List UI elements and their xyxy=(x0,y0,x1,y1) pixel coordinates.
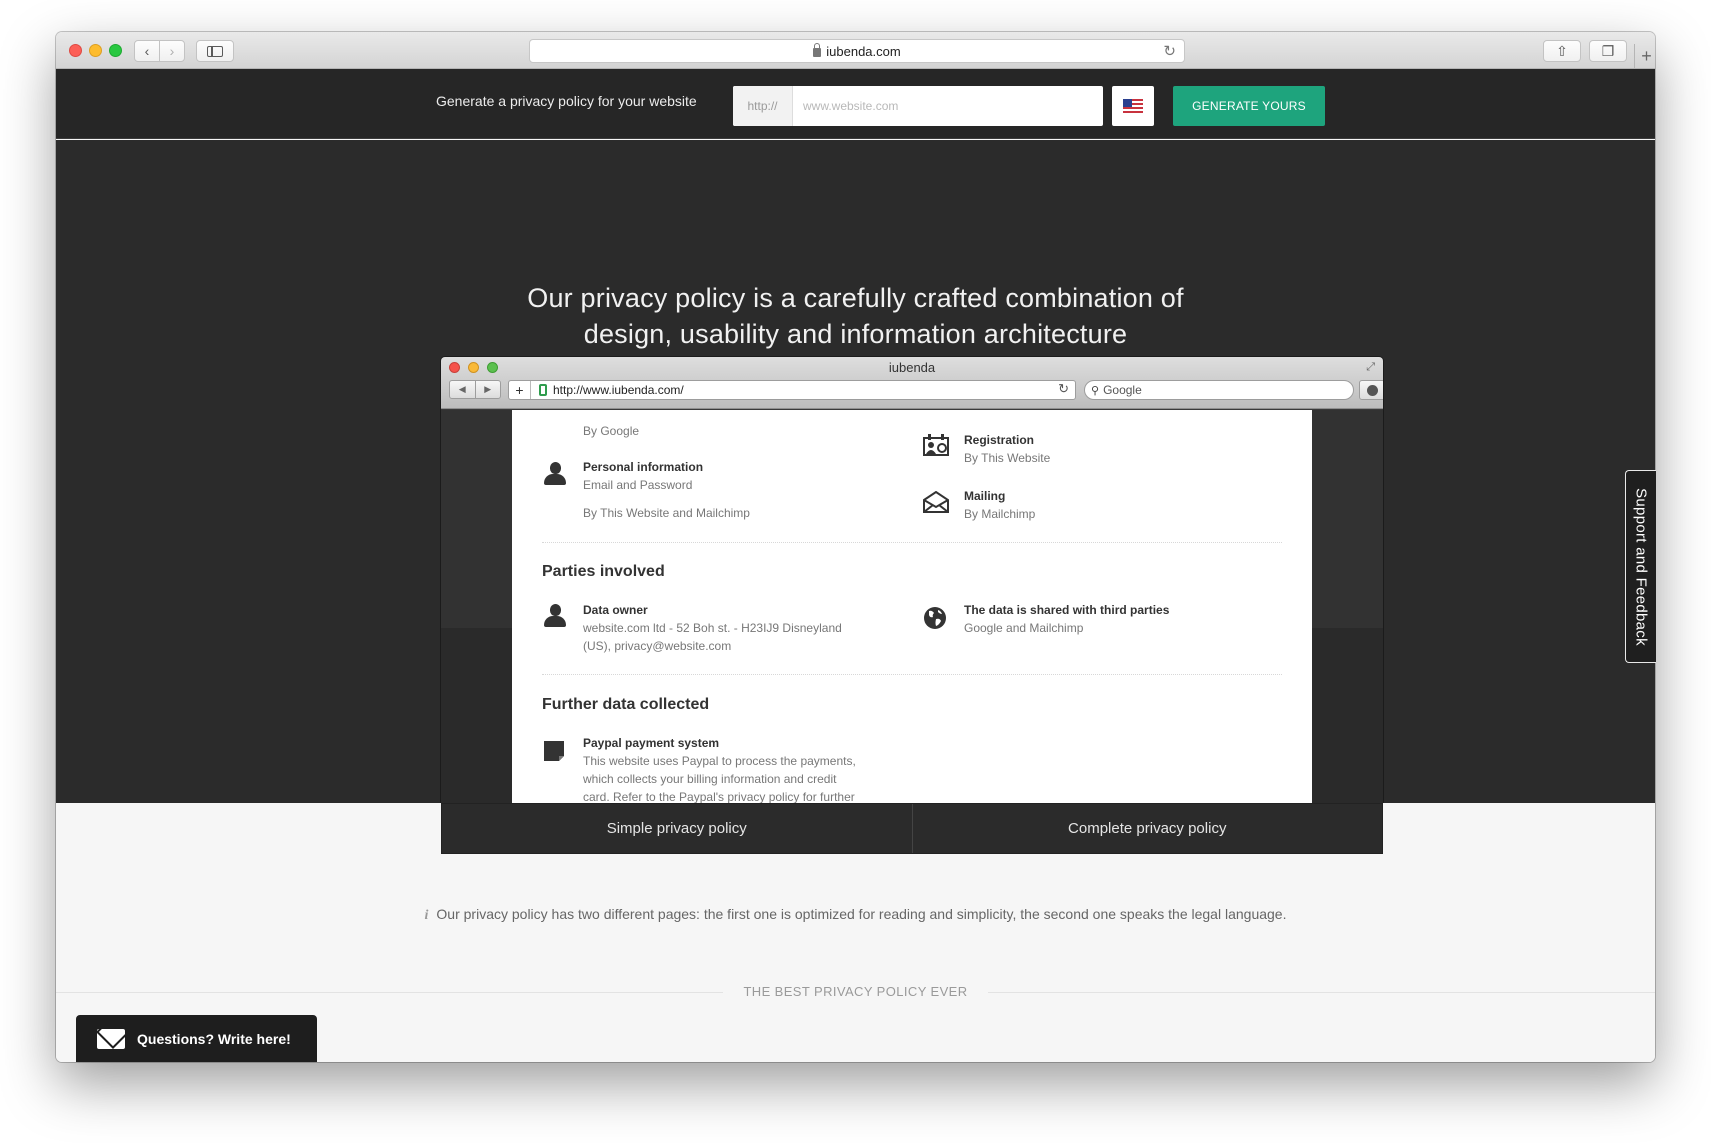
personal-info-title: Personal information xyxy=(583,460,704,474)
registration: Registration By This Website xyxy=(964,432,1050,467)
address-bar-url: iubenda.com xyxy=(826,43,901,59)
mockup-nav-buttons: ◀ ▶ xyxy=(449,380,501,399)
new-tab-button[interactable]: + xyxy=(1634,44,1655,68)
tab-simple-policy[interactable]: Simple privacy policy xyxy=(442,804,912,853)
chevron-left-icon: ‹ xyxy=(144,43,150,59)
search-icon: ⚲ xyxy=(1091,384,1100,397)
mockup-search-placeholder: Google xyxy=(1103,383,1142,397)
questions-label: Questions? Write here! xyxy=(137,1030,291,1047)
generate-button[interactable]: GENERATE YOURS xyxy=(1173,86,1325,126)
page: Generate a privacy policy for your websi… xyxy=(56,69,1655,1062)
policy-type-tabs: Simple privacy policy Complete privacy p… xyxy=(441,803,1383,854)
parties-involved-heading: Parties involved xyxy=(542,563,665,580)
policy-note-text: Our privacy policy has two different pag… xyxy=(436,906,1287,922)
support-feedback-tab[interactable]: Support and Feedback xyxy=(1625,470,1656,663)
support-feedback-label: Support and Feedback xyxy=(1632,487,1650,646)
service-google: By Google xyxy=(583,422,639,440)
share-icon: ⇧ xyxy=(1556,42,1568,59)
minimize-window-button[interactable] xyxy=(89,44,102,57)
mockup-toolbar: iubenda ⤢ ◀ ▶ + http://www.iubenda.com/ … xyxy=(441,357,1383,409)
best-policy-label: THE BEST PRIVACY POLICY EVER xyxy=(56,983,1655,1001)
envelope-icon xyxy=(923,490,949,517)
hero-title-line-1: Our privacy policy is a carefully crafte… xyxy=(527,283,1184,313)
mockup-download-button xyxy=(1359,380,1383,400)
hero-title: Our privacy policy is a carefully crafte… xyxy=(56,280,1655,352)
data-owner-line-2: (US), privacy@website.com xyxy=(583,639,732,653)
mockup-site-icon xyxy=(539,384,547,396)
service-google-text: By Google xyxy=(583,424,640,438)
data-owner-title: Data owner xyxy=(583,603,648,617)
person-icon xyxy=(542,603,568,629)
mockup-plus-icon: + xyxy=(509,381,531,399)
website-url-field[interactable]: http:// xyxy=(733,86,1103,126)
registration-icon xyxy=(923,433,949,459)
paypal-line-2: which collects your billing information … xyxy=(583,772,837,786)
person-icon xyxy=(542,461,568,487)
paypal-line-1: This website uses Paypal to process the … xyxy=(583,754,856,768)
mockup-search-field: ⚲ Google xyxy=(1084,380,1354,400)
lock-icon xyxy=(813,42,822,57)
us-flag-icon xyxy=(1123,99,1143,113)
data-owner-line-1: website.com ltd - 52 Boh st. - H23IJ9 Di… xyxy=(583,621,842,635)
mailing: Mailing By Mailchimp xyxy=(964,488,1035,523)
browser-toolbar: ‹ › iubenda.com ↻ ⇧ ❐ + xyxy=(56,32,1655,69)
reload-icon[interactable]: ↻ xyxy=(1163,42,1176,60)
divider xyxy=(542,674,1282,675)
further-data-heading: Further data collected xyxy=(542,696,710,713)
third-parties: The data is shared with third parties Go… xyxy=(964,602,1169,637)
envelope-icon xyxy=(97,1028,125,1049)
plus-icon: + xyxy=(1641,45,1652,66)
paypal-payment: Paypal payment system This website uses … xyxy=(583,735,913,803)
sidebar-icon xyxy=(207,45,223,57)
personal-info-line-2: By This Website and Mailchimp xyxy=(583,506,750,520)
mockup-address-bar: + http://www.iubenda.com/ ↻ xyxy=(508,380,1076,400)
tabs-icon: ❐ xyxy=(1601,42,1615,59)
questions-chat-button[interactable]: Questions? Write here! xyxy=(76,1015,317,1062)
tab-complete-policy[interactable]: Complete privacy policy xyxy=(911,804,1383,853)
back-button[interactable]: ‹ xyxy=(134,40,160,62)
show-tabs-button[interactable]: ❐ xyxy=(1589,40,1627,62)
website-url-input[interactable] xyxy=(793,86,1103,126)
forward-button[interactable]: › xyxy=(159,40,185,62)
generator-bar: Generate a privacy policy for your websi… xyxy=(56,69,1655,139)
close-window-button[interactable] xyxy=(69,44,82,57)
mockup-url: http://www.iubenda.com/ xyxy=(553,383,684,397)
third-parties-sub: Google and Mailchimp xyxy=(964,621,1084,635)
resize-icon: ⤢ xyxy=(1366,361,1375,373)
paypal-title: Paypal payment system xyxy=(583,736,720,750)
info-icon: i xyxy=(424,908,429,923)
chevron-right-icon: › xyxy=(169,43,175,59)
mockup-reload-icon: ↻ xyxy=(1058,381,1069,396)
paypal-icon xyxy=(543,740,569,766)
browser-window: ‹ › iubenda.com ↻ ⇧ ❐ + Generate a priva… xyxy=(56,32,1655,1062)
mockup-window-title: iubenda xyxy=(888,360,936,375)
mailing-sub: By Mailchimp xyxy=(964,507,1036,521)
paypal-line-3: card. Refer to the Paypal's privacy poli… xyxy=(583,790,855,803)
divider xyxy=(542,542,1282,543)
policy-note: i Our privacy policy has two different pa… xyxy=(56,906,1655,924)
registration-sub: By This Website xyxy=(964,451,1051,465)
share-button[interactable]: ⇧ xyxy=(1543,40,1581,62)
best-policy-text: THE BEST PRIVACY POLICY EVER xyxy=(723,984,988,999)
policy-card: By Google Personal information Email and… xyxy=(512,410,1312,803)
mockup-back-icon: ◀ xyxy=(450,381,476,398)
sidebar-toggle-button[interactable] xyxy=(196,40,234,62)
registration-title: Registration xyxy=(964,433,1035,447)
mailing-title: Mailing xyxy=(964,489,1006,503)
globe-icon xyxy=(923,606,949,632)
download-icon xyxy=(1366,384,1378,396)
language-selector[interactable] xyxy=(1112,86,1154,126)
generator-label: Generate a privacy policy for your websi… xyxy=(436,93,697,109)
data-owner: Data owner website.com ltd - 52 Boh st. … xyxy=(583,602,903,655)
personal-info-line-1: Email and Password xyxy=(583,478,693,492)
mockup-forward-icon: ▶ xyxy=(484,384,492,394)
personal-information: Personal information Email and Password … xyxy=(583,459,903,522)
address-bar[interactable]: iubenda.com ↻ xyxy=(529,39,1185,63)
zoom-window-button[interactable] xyxy=(109,44,122,57)
hero-title-line-2: design, usability and information archit… xyxy=(583,319,1128,349)
url-prefix: http:// xyxy=(733,86,793,126)
mockup-browser-window: iubenda ⤢ ◀ ▶ + http://www.iubenda.com/ … xyxy=(441,357,1383,803)
third-parties-title: The data is shared with third parties xyxy=(964,603,1170,617)
